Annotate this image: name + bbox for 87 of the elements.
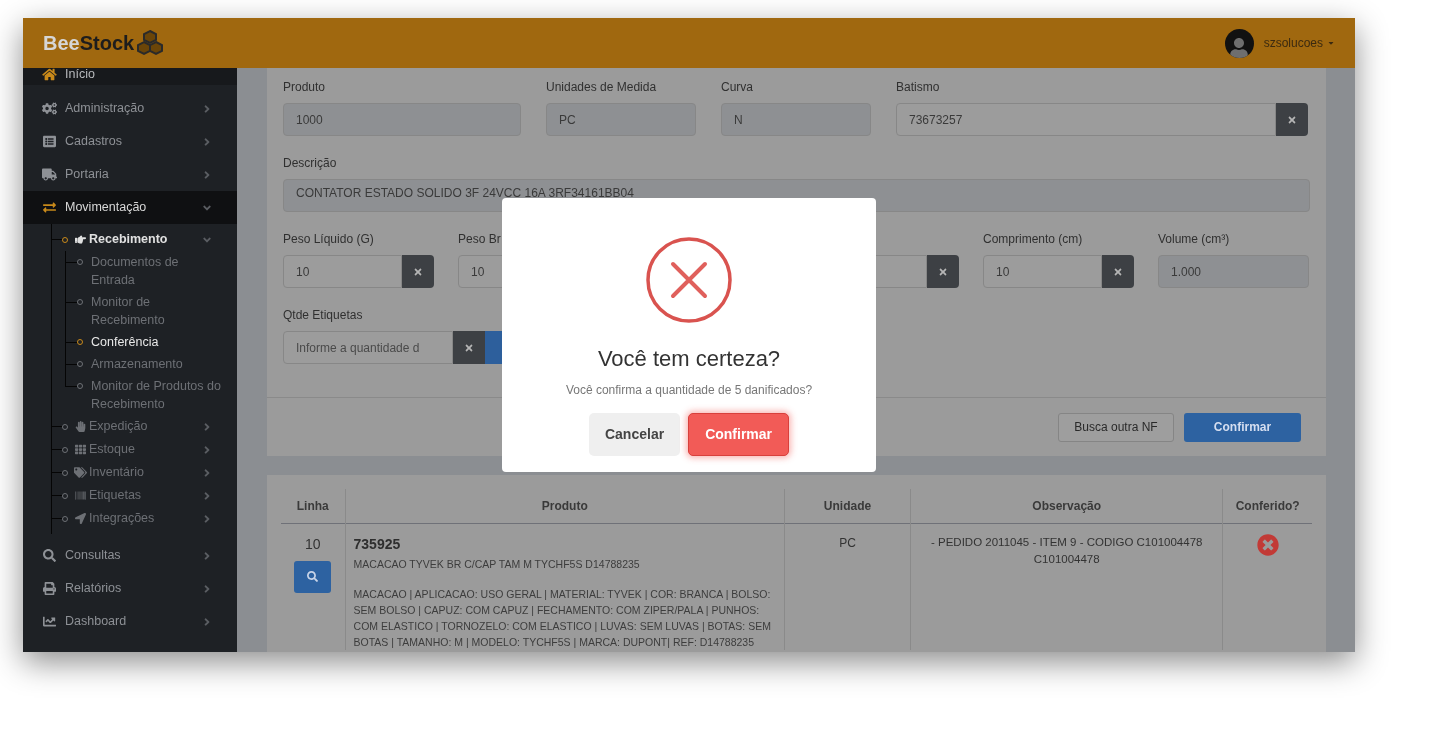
submenu-item[interactable]: Inventário [52, 461, 237, 484]
product-name: MACACAO TYVEK BR C/CAP TAM M TYCHF5S D14788235 [353, 556, 641, 572]
logo-text: Bee [43, 31, 80, 56]
table-cell: PC [784, 523, 911, 651]
field-label: Curva [721, 79, 754, 94]
input-field[interactable]: Informe a quantidade d [283, 331, 453, 364]
gears-icon [42, 102, 57, 115]
confirm-button[interactable]: Confirmar [688, 413, 790, 456]
dialog-title: Você tem certeza? [597, 345, 781, 373]
avatar[interactable] [1224, 28, 1254, 58]
logo-text: Stock [79, 31, 135, 56]
chart-icon [42, 615, 57, 628]
clear-button[interactable] [1276, 103, 1308, 136]
user-icon [1230, 37, 1249, 58]
column-header: Produto [345, 489, 785, 523]
sidebar-item[interactable]: Dashboard [23, 605, 237, 638]
list-icon [42, 135, 57, 148]
close-icon [1113, 266, 1123, 277]
printer-icon [42, 582, 57, 595]
input-field[interactable]: PC [546, 103, 696, 136]
input-field[interactable]: 10 [983, 255, 1102, 288]
observation-text: - PEDIDO 2011045 - ITEM 9 - CODIGO C101004478 C101004478 [930, 534, 1204, 567]
clear-button[interactable] [927, 255, 959, 288]
submenu-item[interactable]: Recebimento [52, 228, 237, 251]
column-header: Linha [281, 489, 346, 523]
confirm-button[interactable]: Confirmar [1184, 412, 1301, 442]
field-label: Batismo [896, 79, 941, 94]
column-header: Conferido? [1222, 489, 1312, 523]
field-label: Descrição [283, 155, 338, 170]
field-label: Peso Líquido (G) [283, 231, 375, 246]
submenu-item[interactable]: Integrações [52, 507, 237, 530]
input-field[interactable]: 10 [283, 255, 402, 288]
tags-icon [74, 467, 87, 478]
submenu-link[interactable]: Monitor de Recebimento [91, 291, 221, 331]
product-code: 735925 [353, 534, 402, 554]
line-number: 10 [305, 534, 321, 554]
submenu-link[interactable]: Armazenamento [91, 353, 221, 375]
clear-button[interactable] [453, 331, 485, 364]
input-field[interactable]: 73673257 [896, 103, 1276, 136]
hand-icon [74, 421, 87, 432]
field-label: Unidades de Medida [546, 79, 658, 94]
cancel-button[interactable]: Cancelar [588, 413, 681, 456]
sidebar-item[interactable]: Relatórios [23, 572, 237, 605]
submenu-link[interactable]: Monitor de Produtos do Recebimento [91, 375, 221, 415]
close-icon [938, 266, 948, 277]
sidebar-item[interactable]: Movimentação [23, 191, 237, 224]
field-label: Produto [283, 79, 327, 94]
submenu-item[interactable]: Expedição [52, 415, 237, 438]
sidebar-item[interactable]: Cadastros [23, 125, 237, 158]
search-icon [42, 549, 57, 562]
hand-icon [74, 234, 87, 245]
grid-icon [74, 444, 87, 455]
arrows-icon [42, 201, 57, 214]
field-label: Comprimento (cm) [983, 231, 1084, 246]
user-menu[interactable]: szsolucoes [1263, 34, 1335, 52]
honeycomb-icon [136, 29, 165, 57]
search-icon [307, 571, 319, 582]
search-other-button[interactable]: Busca outra NF [1058, 412, 1174, 442]
caret-icon [1327, 39, 1335, 47]
dialog-message: Você confirma a quantidade de 5 danificados? [565, 382, 813, 399]
clear-button[interactable] [1102, 255, 1134, 288]
search-button[interactable] [294, 560, 332, 593]
input-field[interactable]: 1.000 [1158, 255, 1309, 288]
sidebar-item[interactable]: Consultas [23, 539, 237, 572]
column-header: Observação [910, 489, 1223, 523]
field-label: Peso Br [458, 231, 502, 246]
input-field[interactable]: 1000 [283, 103, 521, 136]
sidebar-item[interactable]: Portaria [23, 158, 237, 191]
clear-button[interactable] [402, 255, 434, 288]
submenu-item[interactable]: Estoque [52, 438, 237, 461]
sidebar-item[interactable]: Início [23, 68, 237, 85]
truck-icon [42, 168, 57, 181]
home-icon [42, 68, 57, 81]
submenu-link[interactable]: Conferência [91, 331, 221, 353]
close-icon [1287, 114, 1297, 125]
input-field[interactable]: N [721, 103, 871, 136]
field-label: Volume (cm³) [1158, 231, 1231, 246]
submenu-link[interactable]: Documentos de Entrada [91, 251, 221, 291]
close-icon [464, 342, 474, 353]
sidebar-item[interactable]: Administração [23, 92, 237, 125]
field-label: Qtde Etiquetas [283, 307, 364, 322]
submenu-item[interactable]: Etiquetas [52, 484, 237, 507]
column-header: Unidade [784, 489, 911, 523]
product-details: MACACAO | APLICACAO: USO GERAL | MATERIAL: TYVEK | COR: BRANCA | BOLSO: SEM BOLSO | CAPUZ: COM CAPUZ | FECHAMENTO: COM ZIPER/PALA | PUNHOS: COM ELASTICO | TORNOZELO: COM ELASTICO | LUVAS: SEM LUVAS | BOTAS: SEM BOTAS | TAMANHO: M | MODELO: TYCHF5S | MARCA: DUPONT| REF: D14788235 [353, 587, 772, 651]
arrow-icon [74, 513, 87, 524]
error-icon [645, 236, 733, 324]
close-icon [413, 266, 423, 277]
